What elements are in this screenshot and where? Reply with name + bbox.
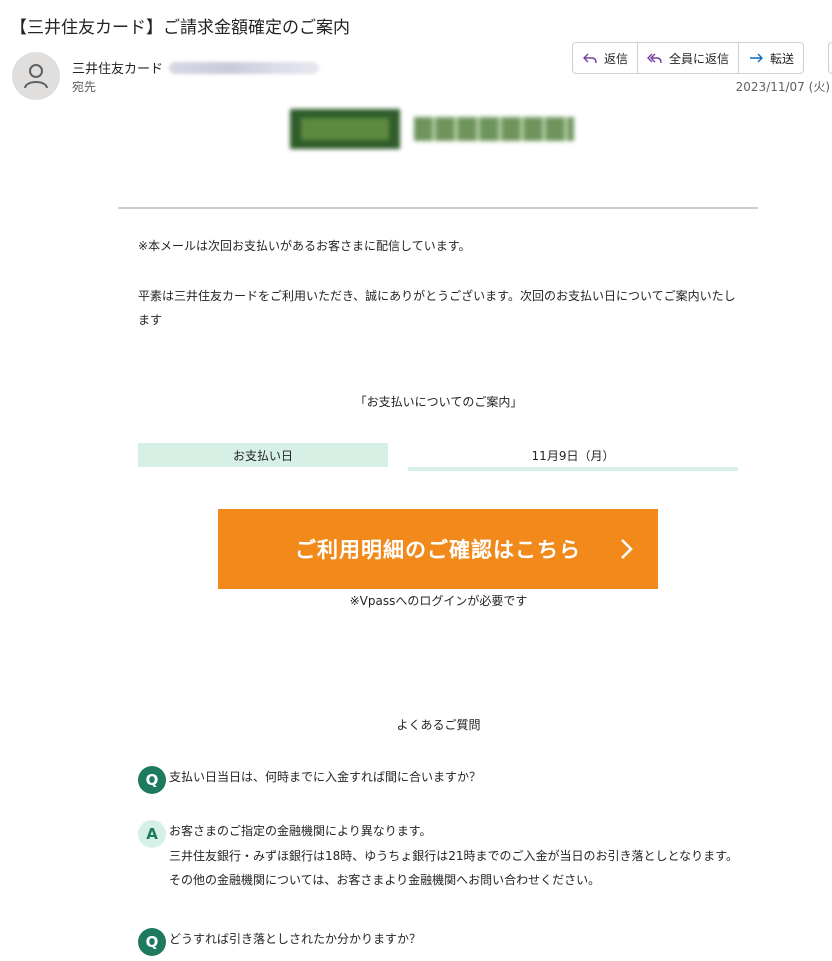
payment-date-value: 11月9日（月） (408, 443, 738, 471)
faq-answer-line: その他の金融機関については、お客さまより金融機関へお問い合わせください。 (169, 873, 601, 887)
more-actions-button[interactable] (828, 42, 832, 74)
intro-text: 平素は三井住友カードをご利用いただき、誠にありがとうございます。次回のお支払い日… (138, 289, 736, 327)
person-icon (24, 64, 48, 89)
email-date: 2023/11/07 (火) (735, 80, 830, 94)
reply-all-label: 全員に返信 (669, 51, 730, 66)
payment-date-label: お支払い日 (138, 443, 388, 467)
header-divider (118, 207, 758, 209)
reply-button[interactable]: 返信 (573, 43, 639, 73)
sender-line[interactable]: 三井住友カード (72, 58, 320, 77)
forward-label: 転送 (770, 51, 795, 66)
faq-answer-line: お客さまのご指定の金融機関により異なります。 (169, 824, 432, 838)
brand-logo (290, 106, 590, 152)
email-subject: 【三井住友カード】ご請求金額確定のご案内 (10, 18, 350, 38)
reply-label: 返信 (604, 51, 629, 66)
recipient-label: 宛先 (72, 80, 97, 94)
faq-question: 支払い日当日は、何時までに入金すれば間に合いますか？ (169, 770, 482, 784)
chevron-right-icon (621, 539, 633, 559)
reply-all-icon (647, 53, 662, 64)
sender-email-redacted (169, 61, 320, 74)
question-badge: Q (138, 928, 166, 956)
login-required-note: ※Vpassへのログインが必要です (349, 594, 528, 608)
reply-icon (583, 53, 597, 64)
question-badge: Q (138, 766, 166, 794)
faq-heading: よくあるご質問 (396, 718, 481, 732)
forward-button[interactable]: 転送 (739, 43, 803, 73)
forward-arrow-icon (750, 53, 764, 63)
answer-badge: A (138, 820, 166, 848)
cta-label: ご利用明細のご確認はこちら (295, 538, 581, 562)
statement-details-button[interactable]: ご利用明細のご確認はこちら (218, 509, 658, 589)
sender-name: 三井住友カード (72, 62, 164, 77)
notice-text: ※本メールは次回お支払いがあるお客さまに配信しています。 (138, 239, 471, 253)
faq-answer-line: 三井住友銀行・みずほ銀行は18時、ゆうちょ銀行は21時までのご入金が当日のお引き… (169, 849, 738, 863)
message-actions: 返信 全員に返信 転送 (572, 42, 805, 74)
logo-mark (290, 109, 400, 149)
logo-wordmark (414, 117, 574, 141)
faq-question: どうすれば引き落としされたか分かりますか？ (169, 932, 422, 946)
reply-all-button[interactable]: 全員に返信 (638, 43, 740, 73)
payment-guide-heading: 「お支払いについてのご案内」 (354, 395, 523, 409)
sender-avatar[interactable] (12, 52, 60, 100)
